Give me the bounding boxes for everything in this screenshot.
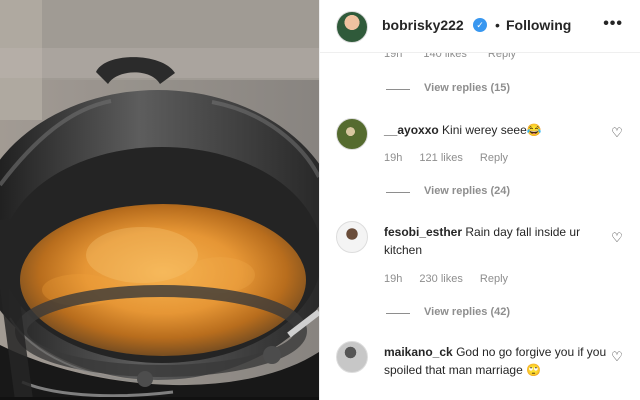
replies-divider [386,89,410,90]
like-heart-icon[interactable]: ♡ [610,350,624,364]
comment-text: maikano_ck God no go forgive you if you … [384,343,610,379]
like-heart-icon[interactable]: ♡ [610,126,624,140]
replies-divider [386,313,410,314]
comments-panel: bobrisky222 ✓ • Following ••• 19h 140 li… [319,0,640,400]
view-replies-button[interactable]: View replies (42) [424,306,510,318]
comment-username[interactable]: fesobi_esther [384,225,462,239]
commenter-avatar[interactable] [336,118,368,150]
comment-body: Kini werey seee😂 [442,123,542,137]
profile-avatar[interactable] [336,11,368,43]
comment-username[interactable]: __ayoxxo [384,123,439,137]
comment-time: 19h [384,152,403,164]
comment-text: __ayoxxo Kini werey seee😂 [384,121,604,139]
header-username[interactable]: bobrisky222 [382,17,464,33]
view-replies-button[interactable]: View replies (15) [424,82,510,94]
like-heart-icon[interactable]: ♡ [610,231,624,245]
comment-text: fesobi_esther Rain day fall inside ur ki… [384,223,610,259]
more-options-icon[interactable]: ••• [603,15,623,33]
comment-meta: 19h 121 likes Reply [384,152,522,164]
view-replies-button[interactable]: View replies (24) [424,185,510,197]
instagram-post-view: bobrisky222 ✓ • Following ••• 19h 140 li… [0,0,640,400]
comment-username[interactable]: maikano_ck [384,345,453,359]
commenter-avatar[interactable] [336,341,368,373]
reply-link[interactable]: Reply [480,152,508,164]
comment-meta: 19h 230 likes Reply [384,273,522,285]
replies-divider [386,192,410,193]
comment-likes[interactable]: 230 likes [419,273,462,285]
comment-time: 19h [384,273,403,285]
pot-image [0,0,319,400]
verified-badge-icon: ✓ [473,18,487,32]
commenter-avatar[interactable] [336,221,368,253]
following-button[interactable]: Following [506,17,571,33]
reply-link[interactable]: Reply [480,273,508,285]
comment-likes[interactable]: 121 likes [419,152,462,164]
post-photo [0,0,319,400]
post-header: bobrisky222 ✓ • Following ••• [320,0,640,53]
separator-dot: • [495,17,500,33]
